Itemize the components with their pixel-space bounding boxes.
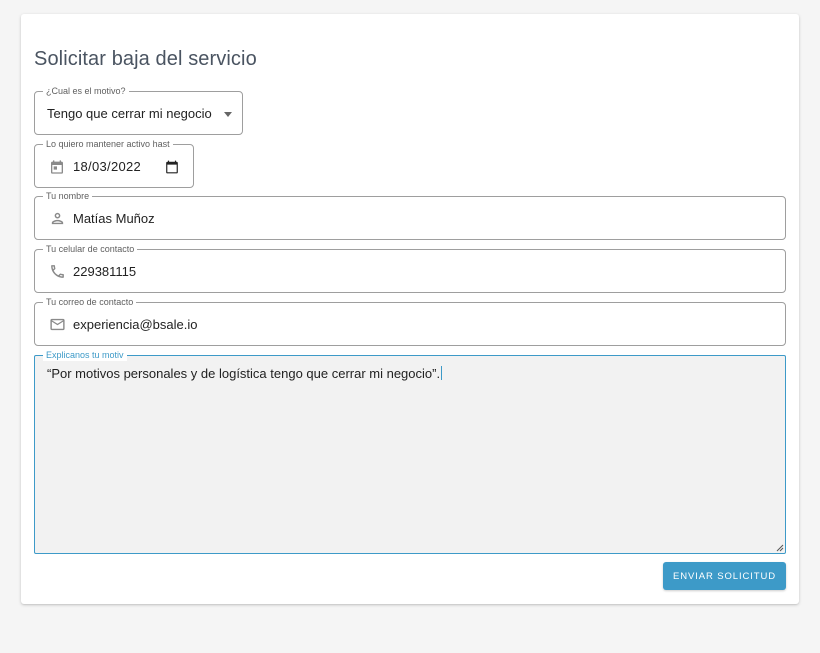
- reason-explanation-text: “Por motivos personales y de logística t…: [47, 366, 443, 381]
- email-field[interactable]: Tu correo de contacto experiencia@bsale.…: [34, 297, 786, 346]
- calendar-picker-icon[interactable]: [163, 158, 181, 176]
- page-title: Solicitar baja del servicio: [34, 48, 257, 70]
- calendar-icon: [48, 158, 66, 176]
- email-field-label: Tu correo de contacto: [43, 297, 137, 308]
- phone-field-label: Tu celular de contacto: [43, 244, 138, 255]
- name-field[interactable]: Tu nombre Matías Muñoz: [34, 191, 786, 240]
- cancel-service-card: Solicitar baja del servicio ¿Cual es el …: [21, 14, 799, 604]
- reason-explanation-textarea[interactable]: Explicanos tu motiv “Por motivos persona…: [34, 350, 786, 554]
- chevron-down-icon[interactable]: [224, 112, 232, 117]
- name-field-label: Tu nombre: [43, 191, 93, 202]
- reason-select-label: ¿Cual es el motivo?: [43, 86, 129, 97]
- submit-request-button[interactable]: ENVIAR SOLICITUD: [663, 562, 786, 590]
- phone-field-value: 229381115: [73, 264, 137, 279]
- text-cursor: [441, 366, 443, 380]
- reason-explanation-label: Explicanos tu motiv: [43, 350, 127, 361]
- person-icon: [48, 209, 66, 227]
- name-field-value: Matías Muñoz: [73, 211, 155, 226]
- email-field-value: experiencia@bsale.io: [73, 317, 198, 332]
- reason-select-value: Tengo que cerrar mi negocio: [47, 106, 212, 121]
- phone-icon: [48, 262, 66, 280]
- resize-handle-icon[interactable]: [776, 544, 784, 552]
- mail-icon: [48, 315, 66, 333]
- active-until-date-value: 18/03/2022: [73, 159, 142, 174]
- phone-field[interactable]: Tu celular de contacto 229381115: [34, 244, 786, 293]
- active-until-date-field[interactable]: Lo quiero mantener activo hast 18/03/202…: [34, 139, 194, 188]
- reason-select[interactable]: ¿Cual es el motivo? Tengo que cerrar mi …: [34, 86, 243, 135]
- active-until-date-label: Lo quiero mantener activo hast: [43, 139, 173, 150]
